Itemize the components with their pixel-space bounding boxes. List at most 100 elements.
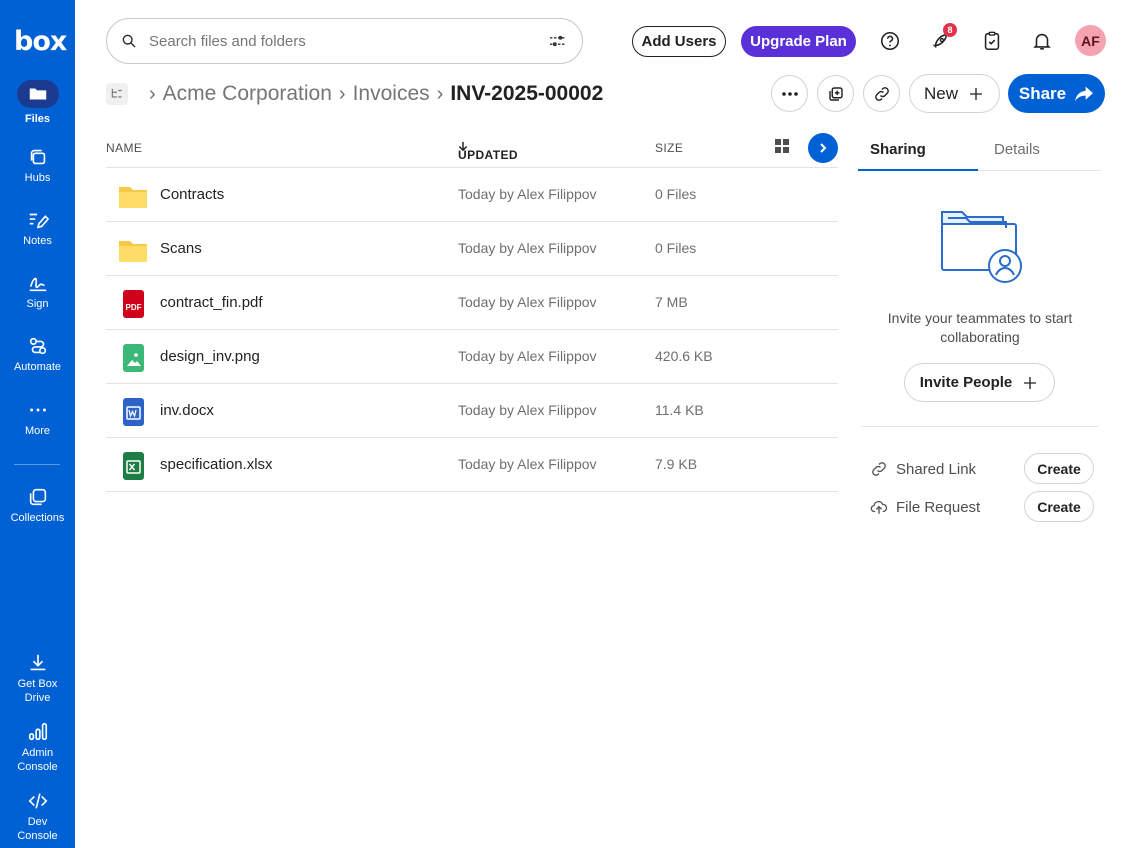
sidebar-item-get-box-drive[interactable]: Get Box Drive (0, 652, 75, 705)
plus-icon (1024, 376, 1037, 389)
invite-message: Invite your teammates to start collabora… (887, 310, 1073, 345)
file-name[interactable]: Scans (160, 240, 202, 257)
add-users-button[interactable]: Add Users (632, 26, 726, 57)
box-logo[interactable]: box (14, 26, 67, 57)
sidebar-item-dev-console[interactable]: Dev Console (0, 790, 75, 843)
tasks-button[interactable] (979, 28, 1005, 54)
more-options-button[interactable] (771, 75, 808, 112)
sidebar-divider (14, 464, 60, 465)
breadcrumb: › Acme Corporation › Invoices › INV-2025… (106, 78, 603, 110)
image-file-icon (123, 344, 144, 372)
file-updated: Today by Alex Filippov (458, 402, 597, 418)
grid-view-icon[interactable] (774, 138, 790, 154)
collapse-sidebar-button[interactable] (808, 133, 838, 163)
column-header-size[interactable]: SIZE (655, 141, 683, 155)
chevron-right-icon (820, 143, 827, 153)
automate-icon (29, 337, 46, 355)
file-name[interactable]: inv.docx (160, 402, 214, 419)
file-size: 7.9 KB (655, 456, 698, 472)
sign-icon (29, 277, 46, 292)
new-button-label: New (923, 83, 958, 103)
file-name[interactable]: contract_fin.pdf (160, 294, 263, 311)
panel-divider (861, 426, 1098, 427)
sidebar-item-collections[interactable]: Collections (0, 486, 75, 525)
word-file-icon (123, 398, 144, 426)
table-row[interactable]: Scans Today by Alex Filippov 0 Files (106, 222, 838, 276)
cloud-upload-icon (870, 500, 888, 514)
admin-chart-icon (28, 722, 47, 741)
file-updated: Today by Alex Filippov (458, 186, 597, 202)
ellipsis-icon (781, 91, 798, 96)
page-title: INV-2025-00002 (450, 82, 604, 105)
search-icon (122, 34, 136, 48)
table-row[interactable]: PDF contract_fin.pdf Today by Alex Filip… (106, 276, 838, 330)
sidebar-item-sign[interactable]: Sign (0, 272, 75, 311)
create-file-request-button[interactable]: Create (1024, 491, 1094, 522)
sidebar-item-label: Automate (13, 361, 62, 373)
sidebar-item-admin-console[interactable]: Admin Console (0, 721, 75, 774)
avatar[interactable]: AF (1075, 25, 1106, 56)
sidebar-item-files[interactable]: Files (0, 80, 75, 126)
file-updated: Today by Alex Filippov (458, 348, 597, 364)
folder-tree-icon (111, 88, 122, 98)
share-button-label: Share (1018, 83, 1067, 103)
shared-link-row: Shared Link Create (870, 453, 1098, 485)
help-button[interactable] (877, 28, 903, 54)
upgrade-plan-button[interactable]: Upgrade Plan (741, 26, 856, 57)
tab-sharing[interactable]: Sharing (870, 141, 926, 158)
file-size: 0 Files (655, 240, 697, 256)
breadcrumb-item[interactable]: Acme Corporation (163, 82, 332, 106)
excel-file-icon (123, 452, 144, 480)
chevron-right-icon: › (149, 82, 156, 105)
breadcrumb-item[interactable]: Invoices (353, 82, 430, 106)
add-to-collection-button[interactable] (817, 75, 854, 112)
notification-badge: 8 (943, 23, 957, 37)
tab-details[interactable]: Details (994, 141, 1040, 158)
column-header-name[interactable]: NAME (106, 141, 142, 155)
sidebar-item-label: Get Box Drive (17, 678, 58, 704)
shared-link-label: Shared Link (896, 460, 977, 478)
chevron-right-icon: › (436, 82, 444, 105)
table-row[interactable]: Contracts Today by Alex Filippov 0 Files (106, 168, 838, 222)
share-arrow-icon (1075, 86, 1094, 101)
sidebar-item-label: Collections (10, 512, 65, 524)
invite-people-button[interactable]: Invite People (904, 363, 1055, 402)
sidebar-item-automate[interactable]: Automate (0, 335, 75, 374)
file-name[interactable]: design_inv.png (160, 348, 260, 365)
file-name[interactable]: Contracts (160, 186, 224, 203)
table-row[interactable]: inv.docx Today by Alex Filippov 11.4 KB (106, 384, 838, 438)
whats-new-button[interactable]: 8 (928, 23, 957, 54)
sidebar: box Files Hubs Notes Sign Automate More (0, 0, 75, 848)
new-button[interactable]: New (909, 74, 1000, 113)
file-size: 0 Files (655, 186, 697, 202)
more-icon (29, 408, 46, 412)
notifications-button[interactable] (1029, 28, 1055, 54)
help-icon (880, 31, 900, 51)
create-shared-link-button[interactable]: Create (1024, 453, 1094, 484)
search-input[interactable] (149, 32, 548, 50)
folder-tree-button[interactable] (106, 83, 128, 105)
file-size: 11.4 KB (655, 402, 704, 418)
copy-link-button[interactable] (863, 75, 900, 112)
link-icon (872, 462, 886, 476)
sidebar-item-label: Dev Console (17, 816, 58, 842)
table-row[interactable]: design_inv.png Today by Alex Filippov 42… (106, 330, 838, 384)
code-icon (28, 793, 47, 809)
sidebar-item-notes[interactable]: Notes (0, 209, 75, 248)
file-updated: Today by Alex Filippov (458, 240, 597, 256)
file-request-row: File Request Create (870, 491, 1098, 523)
sidebar-item-more[interactable]: More (0, 399, 75, 438)
app-root: box Files Hubs Notes Sign Automate More (0, 0, 1130, 848)
sidebar-tabs: Sharing Details (858, 134, 1101, 171)
file-name[interactable]: specification.xlsx (160, 456, 273, 473)
sidebar-item-label: Admin Console (17, 747, 58, 773)
column-header-updated[interactable]: UPDATED (458, 141, 518, 162)
share-button[interactable]: Share (1008, 74, 1105, 113)
folder-icon (119, 187, 147, 208)
sidebar-item-label: Sign (26, 298, 49, 310)
sidebar-item-hubs[interactable]: Hubs (0, 146, 75, 185)
hubs-icon (30, 149, 45, 165)
filter-sliders-icon[interactable] (548, 33, 568, 49)
file-updated: Today by Alex Filippov (458, 294, 597, 310)
table-row[interactable]: specification.xlsx Today by Alex Filippo… (106, 438, 838, 492)
